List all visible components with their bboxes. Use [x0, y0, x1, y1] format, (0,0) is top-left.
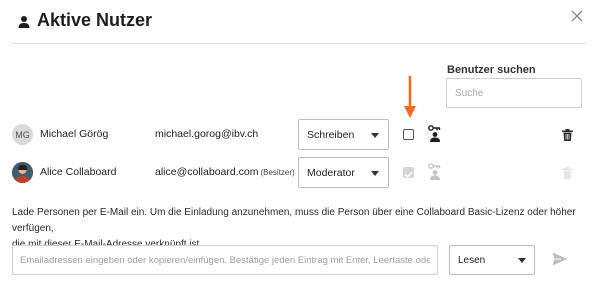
orange-arrow-annotation: [403, 76, 417, 120]
dialog-title: Aktive Nutzer: [37, 10, 153, 30]
key-user-icon[interactable]: [427, 125, 443, 143]
user-email-address: alice@collaboard.com: [155, 166, 259, 178]
user-row: MG Michael Görög michael.gorog@ibv.ch Sc…: [0, 119, 598, 151]
chevron-down-icon: [371, 133, 379, 138]
trash-icon: [562, 166, 573, 179]
user-name: Michael Görög: [40, 128, 109, 140]
chevron-down-icon: [371, 171, 379, 176]
search-input[interactable]: [446, 78, 582, 108]
avatar-initials: MG: [15, 129, 30, 140]
role-select-value: Moderator: [307, 166, 355, 179]
close-icon[interactable]: [568, 7, 586, 25]
trash-icon[interactable]: [562, 128, 573, 141]
user-row: Alice Collaboard alice@collaboard.com (Be…: [0, 157, 598, 189]
user-email: michael.gorog@ibv.ch: [155, 128, 260, 140]
role-select[interactable]: Moderator: [298, 157, 389, 188]
invite-email-input[interactable]: [12, 245, 438, 275]
permission-checkbox-checked: [403, 167, 414, 179]
user-icon: [18, 15, 30, 29]
user-name: Alice Collaboard: [40, 166, 117, 178]
user-email-address: michael.gorog@ibv.ch: [155, 128, 259, 140]
key-user-icon: [427, 163, 443, 181]
role-select-value: Schreiben: [307, 128, 355, 141]
chevron-down-icon: [518, 258, 526, 263]
role-select[interactable]: Schreiben: [298, 119, 389, 150]
avatar: MG: [12, 124, 33, 145]
invite-role-value: Lesen: [458, 254, 486, 266]
invite-info-line-1: Lade Personen per E-Mail ein. Um die Ein…: [12, 207, 576, 234]
dialog-header: Aktive Nutzer: [18, 10, 152, 31]
header-divider: [12, 43, 586, 44]
search-label: Benutzer suchen: [447, 64, 536, 76]
permission-checkbox[interactable]: [403, 129, 414, 140]
avatar: [12, 162, 33, 183]
active-users-dialog: Aktive Nutzer Benutzer suchen MG Michael…: [0, 0, 598, 286]
user-email: alice@collaboard.com (Besitzer): [155, 166, 295, 178]
owner-tag: (Besitzer): [260, 168, 295, 177]
invite-role-select[interactable]: Lesen: [449, 245, 535, 275]
send-icon[interactable]: [552, 252, 568, 266]
